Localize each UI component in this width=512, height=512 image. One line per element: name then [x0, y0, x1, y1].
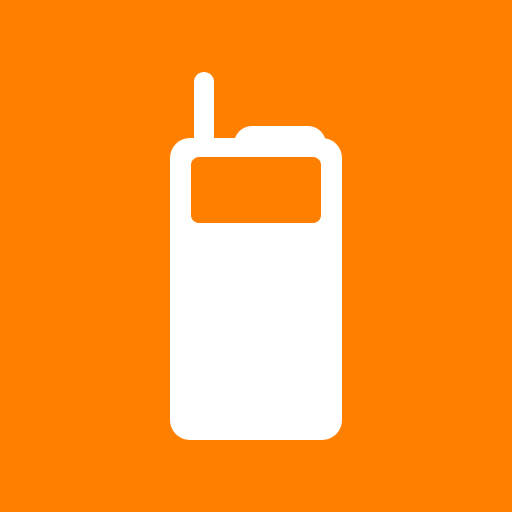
app-icon	[0, 0, 512, 512]
radio-screen	[191, 157, 321, 223]
walkie-talkie-icon	[0, 0, 512, 512]
